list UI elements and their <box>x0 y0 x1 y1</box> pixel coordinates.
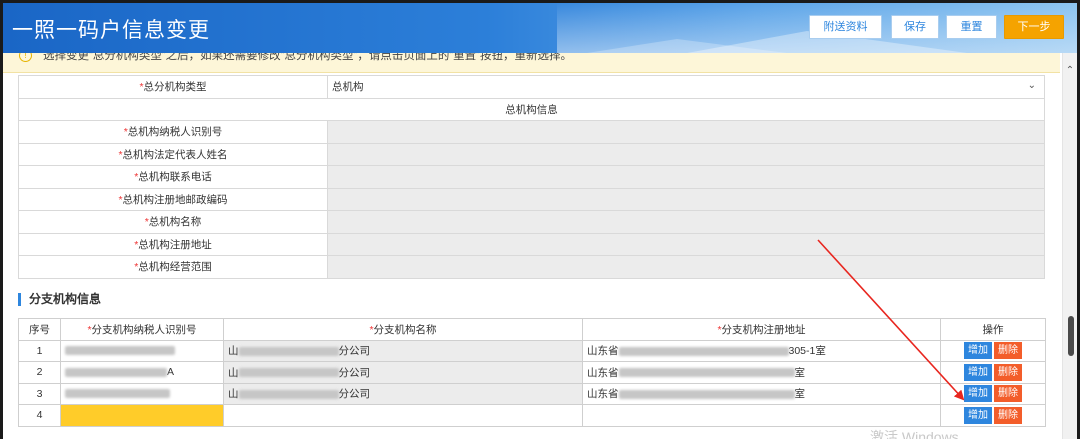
branch-name-input[interactable] <box>223 404 583 427</box>
row-index: 4 <box>18 404 61 427</box>
form-label: *总分机构类型 <box>18 75 328 99</box>
row-index: 3 <box>18 382 61 405</box>
branch-tax-id-input[interactable] <box>60 382 224 405</box>
column-header-address: *分支机构注册地址 <box>582 318 941 341</box>
section-header-row: 总机构信息 <box>18 97 1045 121</box>
column-header-name: *分支机构名称 <box>223 318 583 341</box>
branch-tax-id-input[interactable] <box>60 339 224 362</box>
head-office-tax-id-field[interactable] <box>327 120 1045 144</box>
delete-row-button[interactable]: 删除 <box>994 385 1022 403</box>
scrollbar-thumb[interactable] <box>1068 316 1074 356</box>
delete-row-button[interactable]: 删除 <box>994 406 1022 424</box>
table-header-row: 序号 *分支机构纳税人识别号 *分支机构名称 *分支机构注册地址 操作 <box>18 318 1046 341</box>
form-label: *总机构经营范围 <box>18 255 328 279</box>
branch-tax-id-input[interactable]: A <box>60 361 224 384</box>
head-office-legal-rep-field[interactable] <box>327 142 1045 166</box>
branch-name-input[interactable]: 山分公司 <box>223 361 583 384</box>
branch-tax-id-input-highlighted[interactable] <box>60 404 224 427</box>
table-row: 1 山分公司 山东省 305-1室 增加 删除 <box>18 339 1046 362</box>
vertical-scrollbar[interactable] <box>1062 53 1077 439</box>
row-actions: 增加 删除 <box>940 404 1046 427</box>
branch-type-row: *总分机构类型 总机构 ⌄ <box>18 75 1045 99</box>
add-row-button[interactable]: 增加 <box>964 385 992 403</box>
branch-name-input[interactable]: 山分公司 <box>223 339 583 362</box>
row-actions: 增加 删除 <box>940 339 1046 362</box>
form-row: *总机构名称 <box>18 210 1045 234</box>
head-office-name-field[interactable] <box>327 210 1045 234</box>
column-header-tax-id: *分支机构纳税人识别号 <box>60 318 224 341</box>
info-icon: ! <box>19 53 32 62</box>
form-row: *总机构联系电话 <box>18 165 1045 189</box>
branch-address-input[interactable]: 山东省室 <box>582 361 941 384</box>
add-row-button[interactable]: 增加 <box>964 342 992 360</box>
table-row: 2 A 山分公司 山东省室 增加 删除 <box>18 361 1046 384</box>
form-row: *总机构纳税人识别号 <box>18 120 1045 144</box>
branch-address-input[interactable]: 山东省室 <box>582 382 941 405</box>
column-header-ops: 操作 <box>940 318 1046 341</box>
add-row-button[interactable]: 增加 <box>964 406 992 424</box>
form-label: *总机构纳税人识别号 <box>18 120 328 144</box>
head-office-phone-field[interactable] <box>327 165 1045 189</box>
row-actions: 增加 删除 <box>940 361 1046 384</box>
page-header: 一照一码户信息变更 附送资料 保存 重置 下一步 <box>3 3 1077 53</box>
head-office-address-field[interactable] <box>327 232 1045 256</box>
form-row: *总机构注册地邮政编码 <box>18 187 1045 211</box>
form-label: *总机构联系电话 <box>18 165 328 189</box>
page-title: 一照一码户信息变更 <box>12 19 210 42</box>
reset-button[interactable]: 重置 <box>946 15 997 39</box>
table-row: 4 增加 删除 <box>18 404 1046 427</box>
chevron-up-icon[interactable]: ⌃ <box>1064 66 1076 76</box>
notice-bar: ! 选择变更“总分机构类型”之后，如果还需要修改“总分机构类型”，请点击页面上的… <box>3 53 1060 73</box>
notice-text: 选择变更“总分机构类型”之后，如果还需要修改“总分机构类型”，请点击页面上的“重… <box>43 53 572 62</box>
chevron-down-icon: ⌄ <box>1027 80 1036 91</box>
row-index: 1 <box>18 339 61 362</box>
head-office-postcode-field[interactable] <box>327 187 1045 211</box>
windows-activation-watermark: 激活 Windows <box>870 429 959 439</box>
form-label: *总机构法定代表人姓名 <box>18 142 328 166</box>
form-label: *总机构名称 <box>18 210 328 234</box>
row-index: 2 <box>18 361 61 384</box>
add-row-button[interactable]: 增加 <box>964 363 992 381</box>
attach-documents-button[interactable]: 附送资料 <box>809 15 882 39</box>
form-row: *总机构法定代表人姓名 <box>18 142 1045 166</box>
row-actions: 增加 删除 <box>940 382 1046 405</box>
form-row: *总机构经营范围 <box>18 255 1045 279</box>
branch-section-title: 分支机构信息 <box>18 293 101 306</box>
branch-table: 序号 *分支机构纳税人识别号 *分支机构名称 *分支机构注册地址 操作 1 山分… <box>18 318 1046 427</box>
branch-name-input[interactable]: 山分公司 <box>223 382 583 405</box>
form-label: *总机构注册地址 <box>18 232 328 256</box>
branch-address-input[interactable] <box>582 404 941 427</box>
table-row: 3 山分公司 山东省室 增加 删除 <box>18 382 1046 405</box>
delete-row-button[interactable]: 删除 <box>994 342 1022 360</box>
branch-address-input[interactable]: 山东省 305-1室 <box>582 339 941 362</box>
form-label: *总机构注册地邮政编码 <box>18 187 328 211</box>
save-button[interactable]: 保存 <box>891 15 939 39</box>
section-header: 总机构信息 <box>18 97 1045 121</box>
next-step-button[interactable]: 下一步 <box>1004 15 1064 39</box>
branch-type-select[interactable]: 总机构 ⌄ <box>327 75 1045 99</box>
head-office-form: *总分机构类型 总机构 ⌄ 总机构信息 *总机构纳税人识别号 *总机构法定代表人… <box>18 75 1045 279</box>
delete-row-button[interactable]: 删除 <box>994 363 1022 381</box>
column-header-index: 序号 <box>18 318 61 341</box>
head-office-scope-field[interactable] <box>327 255 1045 279</box>
form-row: *总机构注册地址 <box>18 232 1045 256</box>
